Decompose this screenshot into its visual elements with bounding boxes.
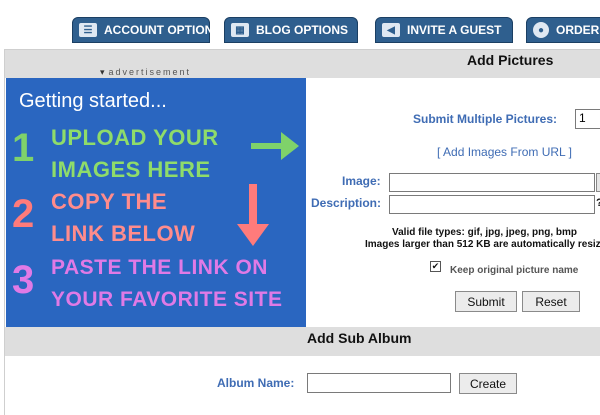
banner-title: Getting started...: [19, 90, 167, 112]
image-file-input[interactable]: [389, 173, 595, 192]
step-1-line-1: UPLOAD YOUR: [51, 125, 219, 150]
keep-original-checkbox[interactable]: ✔: [430, 261, 441, 272]
tab-label: BLOG OPTIONS: [256, 23, 349, 37]
megaphone-icon: ◀: [382, 23, 400, 37]
document-icon: ☰: [79, 23, 97, 37]
arrow-right-icon: [251, 132, 299, 160]
tab-label: ORDER: [556, 23, 600, 37]
description-label: Description:: [311, 196, 382, 210]
tab-label: ACCOUNT OPTIONS: [104, 23, 222, 37]
tab-label: INVITE A GUEST: [407, 23, 502, 37]
url-bracket-open: [: [437, 145, 441, 159]
multiple-pictures-count[interactable]: 1: [575, 109, 600, 129]
tab-order[interactable]: ● ORDER: [526, 17, 600, 43]
advertisement-label: advertisement: [100, 67, 191, 78]
tab-invite-a-guest[interactable]: ◀ INVITE A GUEST: [375, 17, 513, 43]
image-label: Image:: [342, 174, 381, 188]
help-icon[interactable]: ?: [596, 197, 600, 209]
add-sub-album-title: Add Sub Album: [307, 330, 412, 346]
tab-blog-options[interactable]: ▦ BLOG OPTIONS: [224, 17, 358, 43]
arrow-down-icon: [237, 184, 269, 246]
step-3-text: PASTE THE LINK ON YOUR FAVORITE SITE: [51, 252, 282, 316]
step-3-line-1: PASTE THE LINK ON: [51, 256, 268, 279]
disc-icon: ●: [533, 22, 549, 38]
tab-account-options[interactable]: ☰ ACCOUNT OPTIONS: [72, 17, 221, 43]
add-pictures-header: Add Pictures: [5, 50, 600, 78]
description-input[interactable]: [389, 195, 595, 214]
valid-file-types-text: Valid file types: gif, jpg, jpeg, png, b…: [392, 227, 578, 238]
step-2-line-1: COPY THE: [51, 189, 168, 214]
browse-button-edge[interactable]: [596, 173, 600, 192]
submit-button[interactable]: Submit: [455, 291, 517, 312]
step-2-line-2: LINK BELOW: [51, 221, 196, 246]
submit-multiple-label: Submit Multiple Pictures:: [413, 112, 558, 126]
step-2-number: 2: [12, 192, 35, 236]
add-pictures-title: Add Pictures: [467, 52, 554, 68]
step-1-text: UPLOAD YOUR IMAGES HERE: [51, 122, 219, 186]
step-2-text: COPY THE LINK BELOW: [51, 186, 195, 250]
add-images-from-url-link[interactable]: Add Images From URL: [443, 145, 565, 159]
create-button[interactable]: Create: [459, 373, 517, 394]
album-name-input[interactable]: [307, 373, 451, 393]
multiple-pictures-value: 1: [579, 111, 586, 125]
step-3-line-2: YOUR FAVORITE SITE: [51, 288, 283, 311]
step-3-number: 3: [12, 258, 35, 302]
add-sub-album-header: Add Sub Album: [5, 327, 600, 356]
album-name-label: Album Name:: [217, 376, 295, 390]
top-navigation: ☰ ACCOUNT OPTIONS ▦ BLOG OPTIONS ◀ INVIT…: [0, 0, 600, 50]
step-1-line-2: IMAGES HERE: [51, 157, 211, 182]
url-bracket-close: ]: [568, 145, 572, 159]
keep-original-label: Keep original picture name: [450, 265, 579, 276]
resize-note-text: Images larger than 512 KB are automatica…: [365, 239, 600, 250]
reset-button[interactable]: Reset: [522, 291, 580, 312]
book-icon: ▦: [231, 23, 249, 37]
step-1-number: 1: [12, 126, 35, 170]
url-link-row: [ Add Images From URL ]: [437, 145, 572, 159]
advertisement-banner[interactable]: Getting started... 1 UPLOAD YOUR IMAGES …: [6, 78, 306, 328]
